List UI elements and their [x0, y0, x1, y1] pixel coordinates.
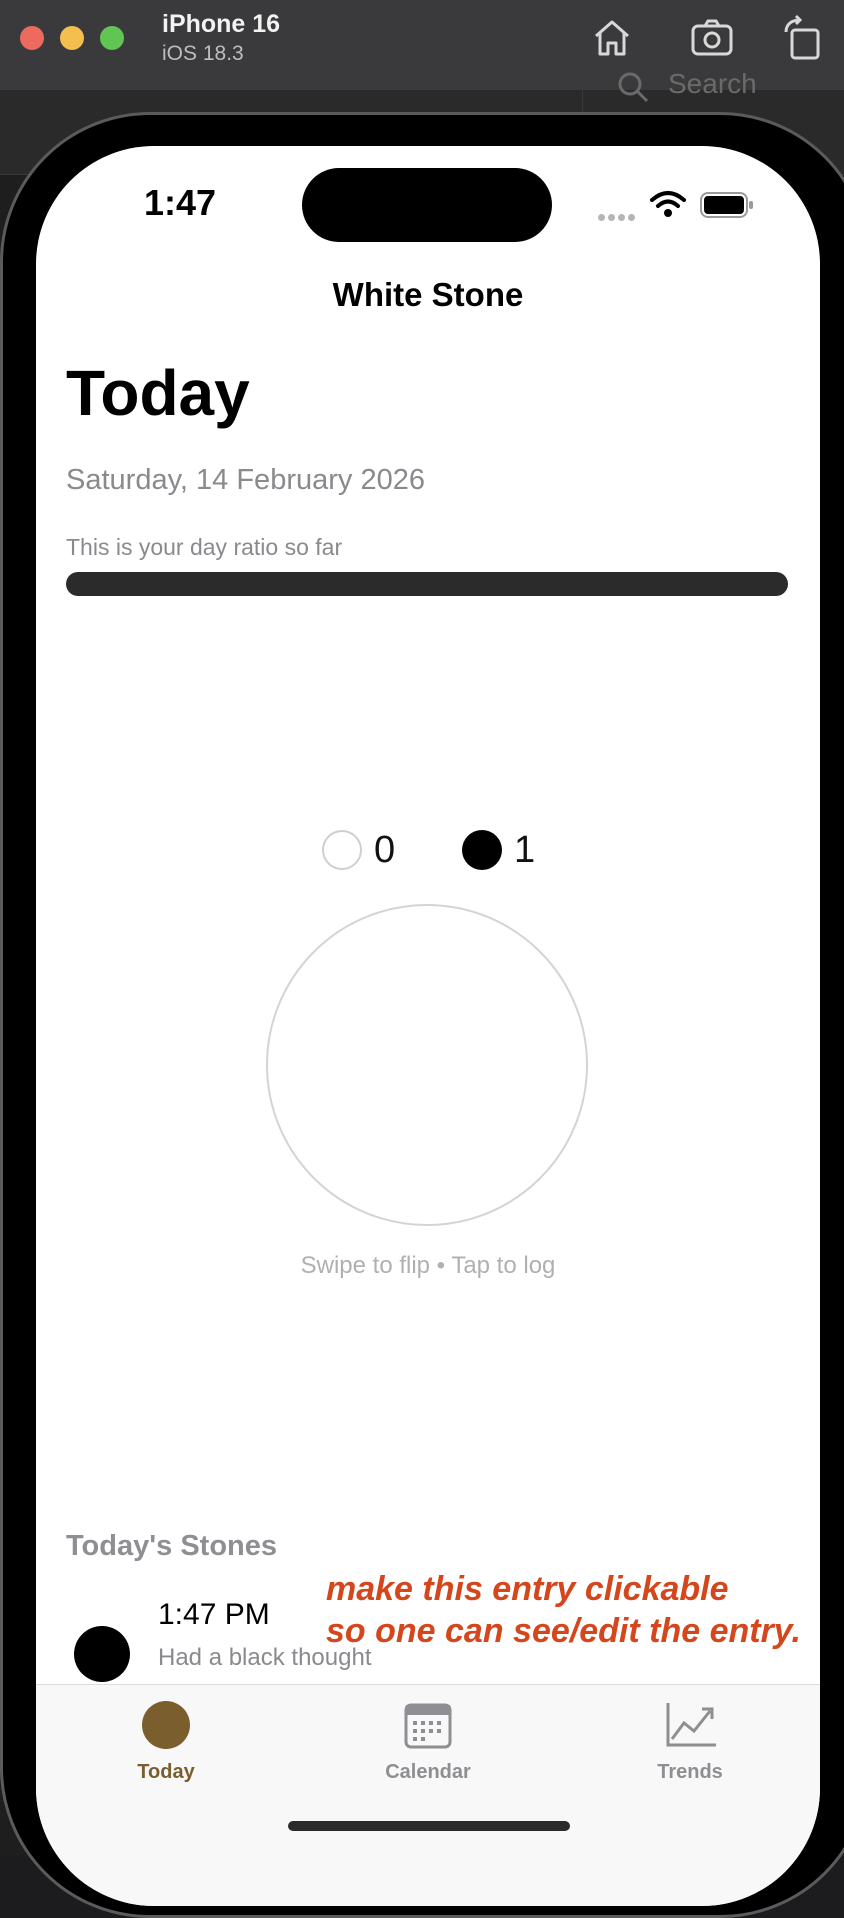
stone-icon	[142, 1701, 190, 1749]
os-version: iOS 18.3	[162, 42, 244, 65]
tab-trends[interactable]: Trends	[610, 1699, 770, 1784]
search-placeholder: Search	[668, 68, 757, 99]
zoom-window-button[interactable]	[100, 26, 124, 50]
stone-hint: Swipe to flip • Tap to log	[300, 1252, 556, 1279]
battery-icon	[700, 192, 753, 218]
calendar-icon	[404, 1703, 452, 1749]
screenshot-icon[interactable]	[688, 14, 736, 62]
flip-stone-button[interactable]	[266, 904, 588, 1226]
rotate-icon[interactable]	[780, 14, 828, 62]
entry-time: 1:47 PM	[158, 1598, 270, 1631]
annotation-note: make this entry clickable so one can see…	[326, 1568, 801, 1652]
black-stone-counter: 1	[462, 828, 535, 872]
home-indicator	[288, 1821, 570, 1831]
page-title: Today	[66, 357, 250, 429]
tab-today[interactable]: Today	[86, 1699, 246, 1784]
home-icon[interactable]	[588, 14, 636, 62]
tab-trends-label: Trends	[657, 1761, 723, 1783]
device-name: iPhone 16	[162, 10, 281, 38]
annotation-line-1: make this entry clickable	[326, 1570, 729, 1608]
cellular-signal-icon	[598, 208, 638, 221]
trend-chart-icon	[666, 1703, 716, 1747]
tab-calendar-label: Calendar	[385, 1761, 471, 1783]
black-stone-icon	[462, 830, 502, 870]
ratio-label: This is your day ratio so far	[66, 534, 343, 560]
dynamic-island	[302, 168, 552, 242]
current-date: Saturday, 14 February 2026	[66, 464, 425, 496]
white-count: 0	[374, 828, 396, 871]
nav-title: White Stone	[332, 276, 524, 313]
search-icon	[618, 72, 649, 103]
black-count: 1	[514, 828, 536, 871]
phone-screen: 1:47 White Stone Today Saturday, 14 Febr…	[36, 146, 820, 1906]
entry-black-stone-icon	[74, 1626, 130, 1682]
status-time: 1:47	[144, 182, 217, 223]
white-stone-icon	[322, 830, 362, 870]
annotation-line-2: so one can see/edit the entry.	[326, 1612, 801, 1650]
day-ratio-bar	[66, 572, 788, 596]
tab-bar: Today Calendar Trends	[36, 1684, 820, 1906]
wifi-icon	[650, 191, 686, 217]
tab-today-label: Today	[137, 1761, 195, 1783]
tab-calendar[interactable]: Calendar	[348, 1699, 508, 1784]
close-window-button[interactable]	[20, 26, 44, 50]
minimize-window-button[interactable]	[60, 26, 84, 50]
stones-section-title: Today's Stones	[66, 1530, 278, 1562]
white-stone-counter: 0	[322, 828, 395, 872]
